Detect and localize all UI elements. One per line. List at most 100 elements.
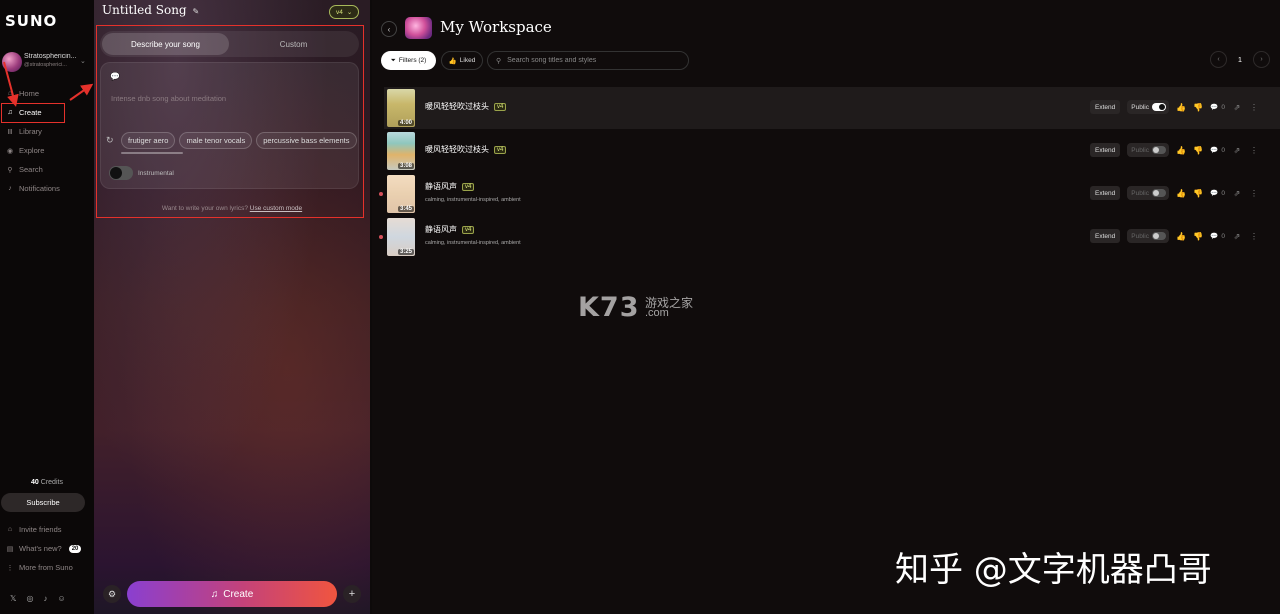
song-cover-image[interactable]: 4:00 bbox=[387, 89, 415, 127]
song-title[interactable]: 静语风声 bbox=[425, 181, 457, 192]
nav-item-invite-friends[interactable]: ⌂ Invite friends bbox=[0, 520, 94, 539]
public-toggle[interactable]: Public bbox=[1127, 229, 1170, 243]
refresh-icon[interactable]: ↻ bbox=[106, 135, 114, 146]
subscribe-button[interactable]: Subscribe bbox=[1, 493, 85, 512]
song-title[interactable]: Untitled Song ✎ bbox=[102, 3, 199, 17]
thumbs-up-icon[interactable]: 👍 bbox=[1176, 146, 1186, 155]
comments-button[interactable]: 💬 0 bbox=[1210, 146, 1225, 155]
song-duration: 3:25 bbox=[397, 249, 414, 255]
sidebar: SUNO Stratosphericin... @stratospherici.… bbox=[0, 0, 94, 614]
comments-button[interactable]: 💬 0 bbox=[1210, 189, 1225, 198]
thumbs-up-icon[interactable]: 👍 bbox=[1176, 189, 1186, 198]
song-row[interactable]: 3:45 静语风声 v4 calming, instrumental-inspi… bbox=[379, 173, 1280, 215]
custom-mode-link[interactable]: Use custom mode bbox=[250, 205, 302, 212]
x-icon[interactable]: 𝕏 bbox=[10, 594, 16, 603]
next-page-button[interactable]: › bbox=[1253, 51, 1270, 68]
extend-button[interactable]: Extend bbox=[1090, 100, 1121, 114]
thumbs-down-icon[interactable]: 👎 bbox=[1193, 146, 1203, 155]
extend-button[interactable]: Extend bbox=[1090, 143, 1121, 157]
create-highlight-box bbox=[1, 103, 65, 123]
thumbs-down-icon[interactable]: 👎 bbox=[1193, 232, 1203, 241]
current-page: 1 bbox=[1237, 55, 1243, 64]
style-chip[interactable]: percussive bass elements bbox=[256, 132, 357, 149]
liked-filter-button[interactable]: 👍 Liked bbox=[441, 51, 483, 70]
instagram-icon[interactable]: ◎ bbox=[26, 594, 33, 603]
style-chip[interactable]: male tenor vocals bbox=[179, 132, 253, 149]
toggle-switch bbox=[1151, 189, 1166, 197]
thumbs-down-icon[interactable]: 👎 bbox=[1193, 103, 1203, 112]
style-suggestion-chips: frutiger aero male tenor vocals percussi… bbox=[121, 132, 357, 149]
unplayed-indicator bbox=[379, 235, 383, 239]
song-duration: 3:08 bbox=[397, 163, 414, 169]
song-description-input[interactable]: Intense dnb song about meditation bbox=[111, 94, 226, 103]
discord-icon[interactable]: ☺ bbox=[57, 594, 65, 603]
thumbs-down-icon[interactable]: 👎 bbox=[1193, 189, 1203, 198]
share-icon[interactable]: ⇗ bbox=[1232, 232, 1242, 241]
pencil-icon[interactable]: ✎ bbox=[192, 7, 199, 16]
tab-custom[interactable]: Custom bbox=[230, 33, 357, 55]
back-arrow-icon[interactable]: ‹ bbox=[381, 21, 397, 37]
song-search-input[interactable] bbox=[507, 57, 678, 64]
nav-item-library[interactable]: Ⅲ Library bbox=[0, 122, 94, 141]
share-icon[interactable]: ⇗ bbox=[1232, 189, 1242, 198]
song-description-box[interactable]: 💬 Intense dnb song about meditation ↻ fr… bbox=[100, 62, 359, 189]
song-row[interactable]: 4:00 暖风轻轻吹过枝头 v4 Extend Public 👍 👎 💬 0 ⇗ … bbox=[384, 87, 1280, 129]
more-options-icon[interactable]: ⋮ bbox=[1249, 189, 1259, 198]
public-toggle[interactable]: Public bbox=[1127, 186, 1170, 200]
song-title[interactable]: 静语风声 bbox=[425, 224, 457, 235]
public-label: Public bbox=[1131, 232, 1149, 240]
gear-icon[interactable]: ⚙ bbox=[103, 585, 121, 603]
filters-button[interactable]: ⏷ Filters (2) bbox=[381, 51, 436, 70]
nav-item-label: What's new? bbox=[19, 544, 62, 553]
song-cover-image[interactable]: 3:08 bbox=[387, 132, 415, 170]
share-icon[interactable]: ⇗ bbox=[1232, 103, 1242, 112]
k73-watermark: K73 bbox=[578, 292, 640, 323]
song-cover-image[interactable]: 3:25 bbox=[387, 218, 415, 256]
comment-count: 0 bbox=[1221, 103, 1225, 111]
comment-count: 0 bbox=[1221, 189, 1225, 197]
song-title[interactable]: 暖风轻轻吹过枝头 bbox=[425, 101, 489, 112]
plus-icon[interactable]: + bbox=[343, 585, 361, 603]
nav-item-label: Search bbox=[19, 165, 43, 174]
prev-page-button[interactable]: ‹ bbox=[1210, 51, 1227, 68]
tab-describe-song[interactable]: Describe your song bbox=[102, 33, 229, 55]
extend-button[interactable]: Extend bbox=[1090, 186, 1121, 200]
more-options-icon[interactable]: ⋮ bbox=[1249, 146, 1259, 155]
thumbs-up-icon[interactable]: 👍 bbox=[1176, 103, 1186, 112]
song-cover-image[interactable]: 3:45 bbox=[387, 175, 415, 213]
nav-item-explore[interactable]: ◉ Explore bbox=[0, 141, 94, 160]
thumbs-up-icon: 👍 bbox=[448, 57, 457, 65]
profile-menu[interactable]: Stratosphericin... @stratospherici... ⌄ bbox=[2, 52, 92, 72]
share-icon[interactable]: ⇗ bbox=[1232, 146, 1242, 155]
more-options-icon[interactable]: ⋮ bbox=[1249, 232, 1259, 241]
chip-scrollbar[interactable] bbox=[121, 152, 183, 154]
news-icon: ▤ bbox=[6, 545, 14, 553]
nav-item-whats-new[interactable]: ▤ What's new? 20 bbox=[0, 539, 94, 558]
nav-item-search[interactable]: ⚲ Search bbox=[0, 160, 94, 179]
tiktok-icon[interactable]: ♪ bbox=[43, 594, 47, 603]
song-row[interactable]: 3:08 暖风轻轻吹过枝头 v4 Extend Public 👍 👎 💬 0 ⇗ … bbox=[384, 130, 1280, 172]
public-toggle[interactable]: Public bbox=[1127, 100, 1170, 114]
song-search[interactable]: ⚲ bbox=[487, 51, 689, 70]
comments-button[interactable]: 💬 0 bbox=[1210, 103, 1225, 112]
nav-item-more-from-suno[interactable]: ⋮ More from Suno bbox=[0, 558, 94, 577]
song-title[interactable]: 暖风轻轻吹过枝头 bbox=[425, 144, 489, 155]
thumbs-up-icon[interactable]: 👍 bbox=[1176, 232, 1186, 241]
profile-name: Stratosphericin... bbox=[24, 53, 76, 60]
profile-handle: @stratospherici... bbox=[24, 62, 67, 68]
nav-item-home[interactable]: ⌂ Home bbox=[0, 84, 94, 103]
instrumental-toggle[interactable] bbox=[109, 166, 133, 180]
extend-button[interactable]: Extend bbox=[1090, 229, 1121, 243]
workspace-cover-image bbox=[405, 17, 432, 39]
style-chip[interactable]: frutiger aero bbox=[121, 132, 176, 149]
song-row[interactable]: 3:25 静语风声 v4 calming, instrumental-inspi… bbox=[379, 216, 1280, 258]
more-options-icon[interactable]: ⋮ bbox=[1249, 103, 1259, 112]
suno-logo[interactable]: SUNO bbox=[5, 12, 57, 30]
nav-item-notifications[interactable]: ♪ Notifications bbox=[0, 179, 94, 198]
gift-icon: ⌂ bbox=[7, 526, 13, 533]
public-toggle[interactable]: Public bbox=[1127, 143, 1170, 157]
comments-button[interactable]: 💬 0 bbox=[1210, 232, 1225, 241]
model-version-select[interactable]: v4 ⌄ bbox=[329, 5, 360, 19]
create-button[interactable]: ♫ Create bbox=[127, 581, 337, 607]
liked-label: Liked bbox=[459, 57, 476, 64]
